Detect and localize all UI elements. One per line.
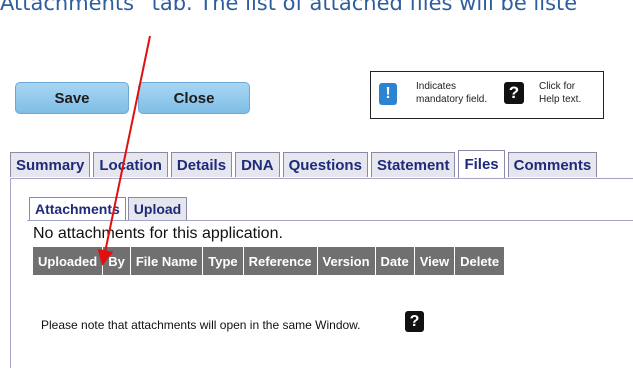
- red-arrow-icon: [97, 35, 151, 266]
